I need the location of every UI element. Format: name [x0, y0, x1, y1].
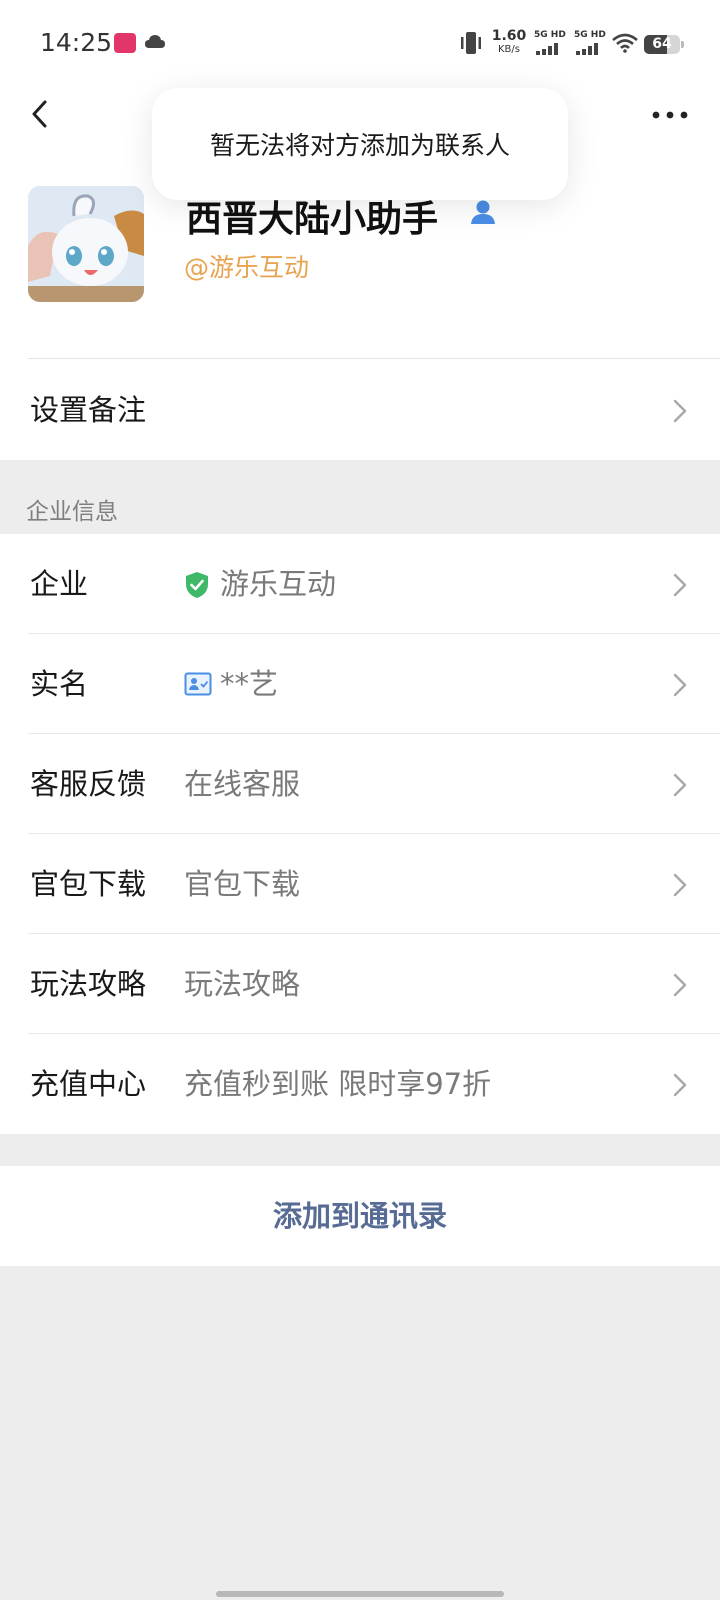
info-row-value: 官包下载 [184, 867, 301, 901]
info-row-label: 企业 [30, 567, 89, 601]
chevron-right-icon [673, 1073, 687, 1097]
set-remark-row[interactable]: 设置备注 [0, 360, 720, 460]
network-speed-value: 1.60 [491, 28, 527, 44]
info-row-label: 玩法攻略 [30, 967, 147, 1001]
battery-icon: 64 [644, 35, 680, 54]
battery-tip [681, 41, 684, 48]
chevron-left-icon [32, 100, 47, 128]
verified-person-icon [471, 200, 495, 224]
info-row-label: 实名 [30, 667, 89, 701]
info-row-value: 在线客服 [184, 767, 301, 801]
signal-sim1: 5G HD [534, 30, 566, 59]
info-row-value: 充值秒到账 限时享97折 [184, 1067, 492, 1101]
chevron-right-icon [673, 873, 687, 897]
toast-message: 暂无法将对方添加为联系人 [152, 88, 568, 200]
shield-check-icon [186, 572, 208, 598]
info-row-gameplay-guide[interactable]: 玩法攻略 玩法攻略 [0, 934, 720, 1034]
signal-bars-icon [536, 43, 558, 55]
info-row-official-download[interactable]: 官包下载 官包下载 [0, 834, 720, 934]
status-time: 14:25 [40, 28, 113, 57]
more-button[interactable] [648, 100, 694, 130]
set-remark-label: 设置备注 [30, 393, 147, 427]
signal-sim1-label: 5G HD [534, 30, 566, 40]
info-row-value: 玩法攻略 [184, 967, 301, 1001]
id-card-icon [184, 672, 212, 696]
section-title-enterprise-info: 企业信息 [26, 499, 118, 525]
info-row-value: **艺 [220, 667, 279, 701]
info-row-enterprise[interactable]: 企业 游乐互动 [0, 534, 720, 634]
chevron-right-icon [673, 973, 687, 997]
info-row-customer-service[interactable]: 客服反馈 在线客服 [0, 734, 720, 834]
more-dots-icon [652, 111, 688, 119]
divider [28, 358, 720, 359]
chevron-right-icon [673, 573, 687, 597]
chevron-right-icon [673, 673, 687, 697]
signal-sim2: 5G HD [574, 30, 606, 59]
app-notification-icon [114, 33, 136, 53]
signal-bars-icon [576, 43, 598, 55]
info-row-recharge-center[interactable]: 充值中心 充值秒到账 限时享97折 [0, 1034, 720, 1134]
home-indicator[interactable] [216, 1591, 504, 1597]
vibrate-icon [461, 32, 481, 54]
info-row-label: 客服反馈 [30, 767, 147, 801]
info-row-value: 游乐互动 [220, 567, 337, 601]
battery-level: 64 [652, 36, 672, 52]
status-bar: 14:25 1.60 KB/s 5G HD 5G HD 64 [0, 0, 720, 90]
info-row-real-name[interactable]: 实名 **艺 [0, 634, 720, 734]
cloud-icon [145, 35, 165, 48]
avatar[interactable] [28, 186, 144, 302]
profile-handle: @游乐互动 [184, 253, 310, 282]
info-row-label: 官包下载 [30, 867, 147, 901]
avatar-illustration [28, 186, 144, 302]
wifi-icon [612, 33, 638, 53]
chevron-right-icon [673, 399, 687, 423]
network-speed-unit: KB/s [498, 44, 520, 55]
signal-sim2-label: 5G HD [574, 30, 606, 40]
info-row-label: 充值中心 [30, 1067, 147, 1101]
add-to-contacts-button[interactable]: 添加到通讯录 [0, 1166, 720, 1266]
network-speed: 1.60 KB/s [491, 28, 527, 56]
back-button[interactable] [22, 94, 62, 134]
chevron-right-icon [673, 773, 687, 797]
